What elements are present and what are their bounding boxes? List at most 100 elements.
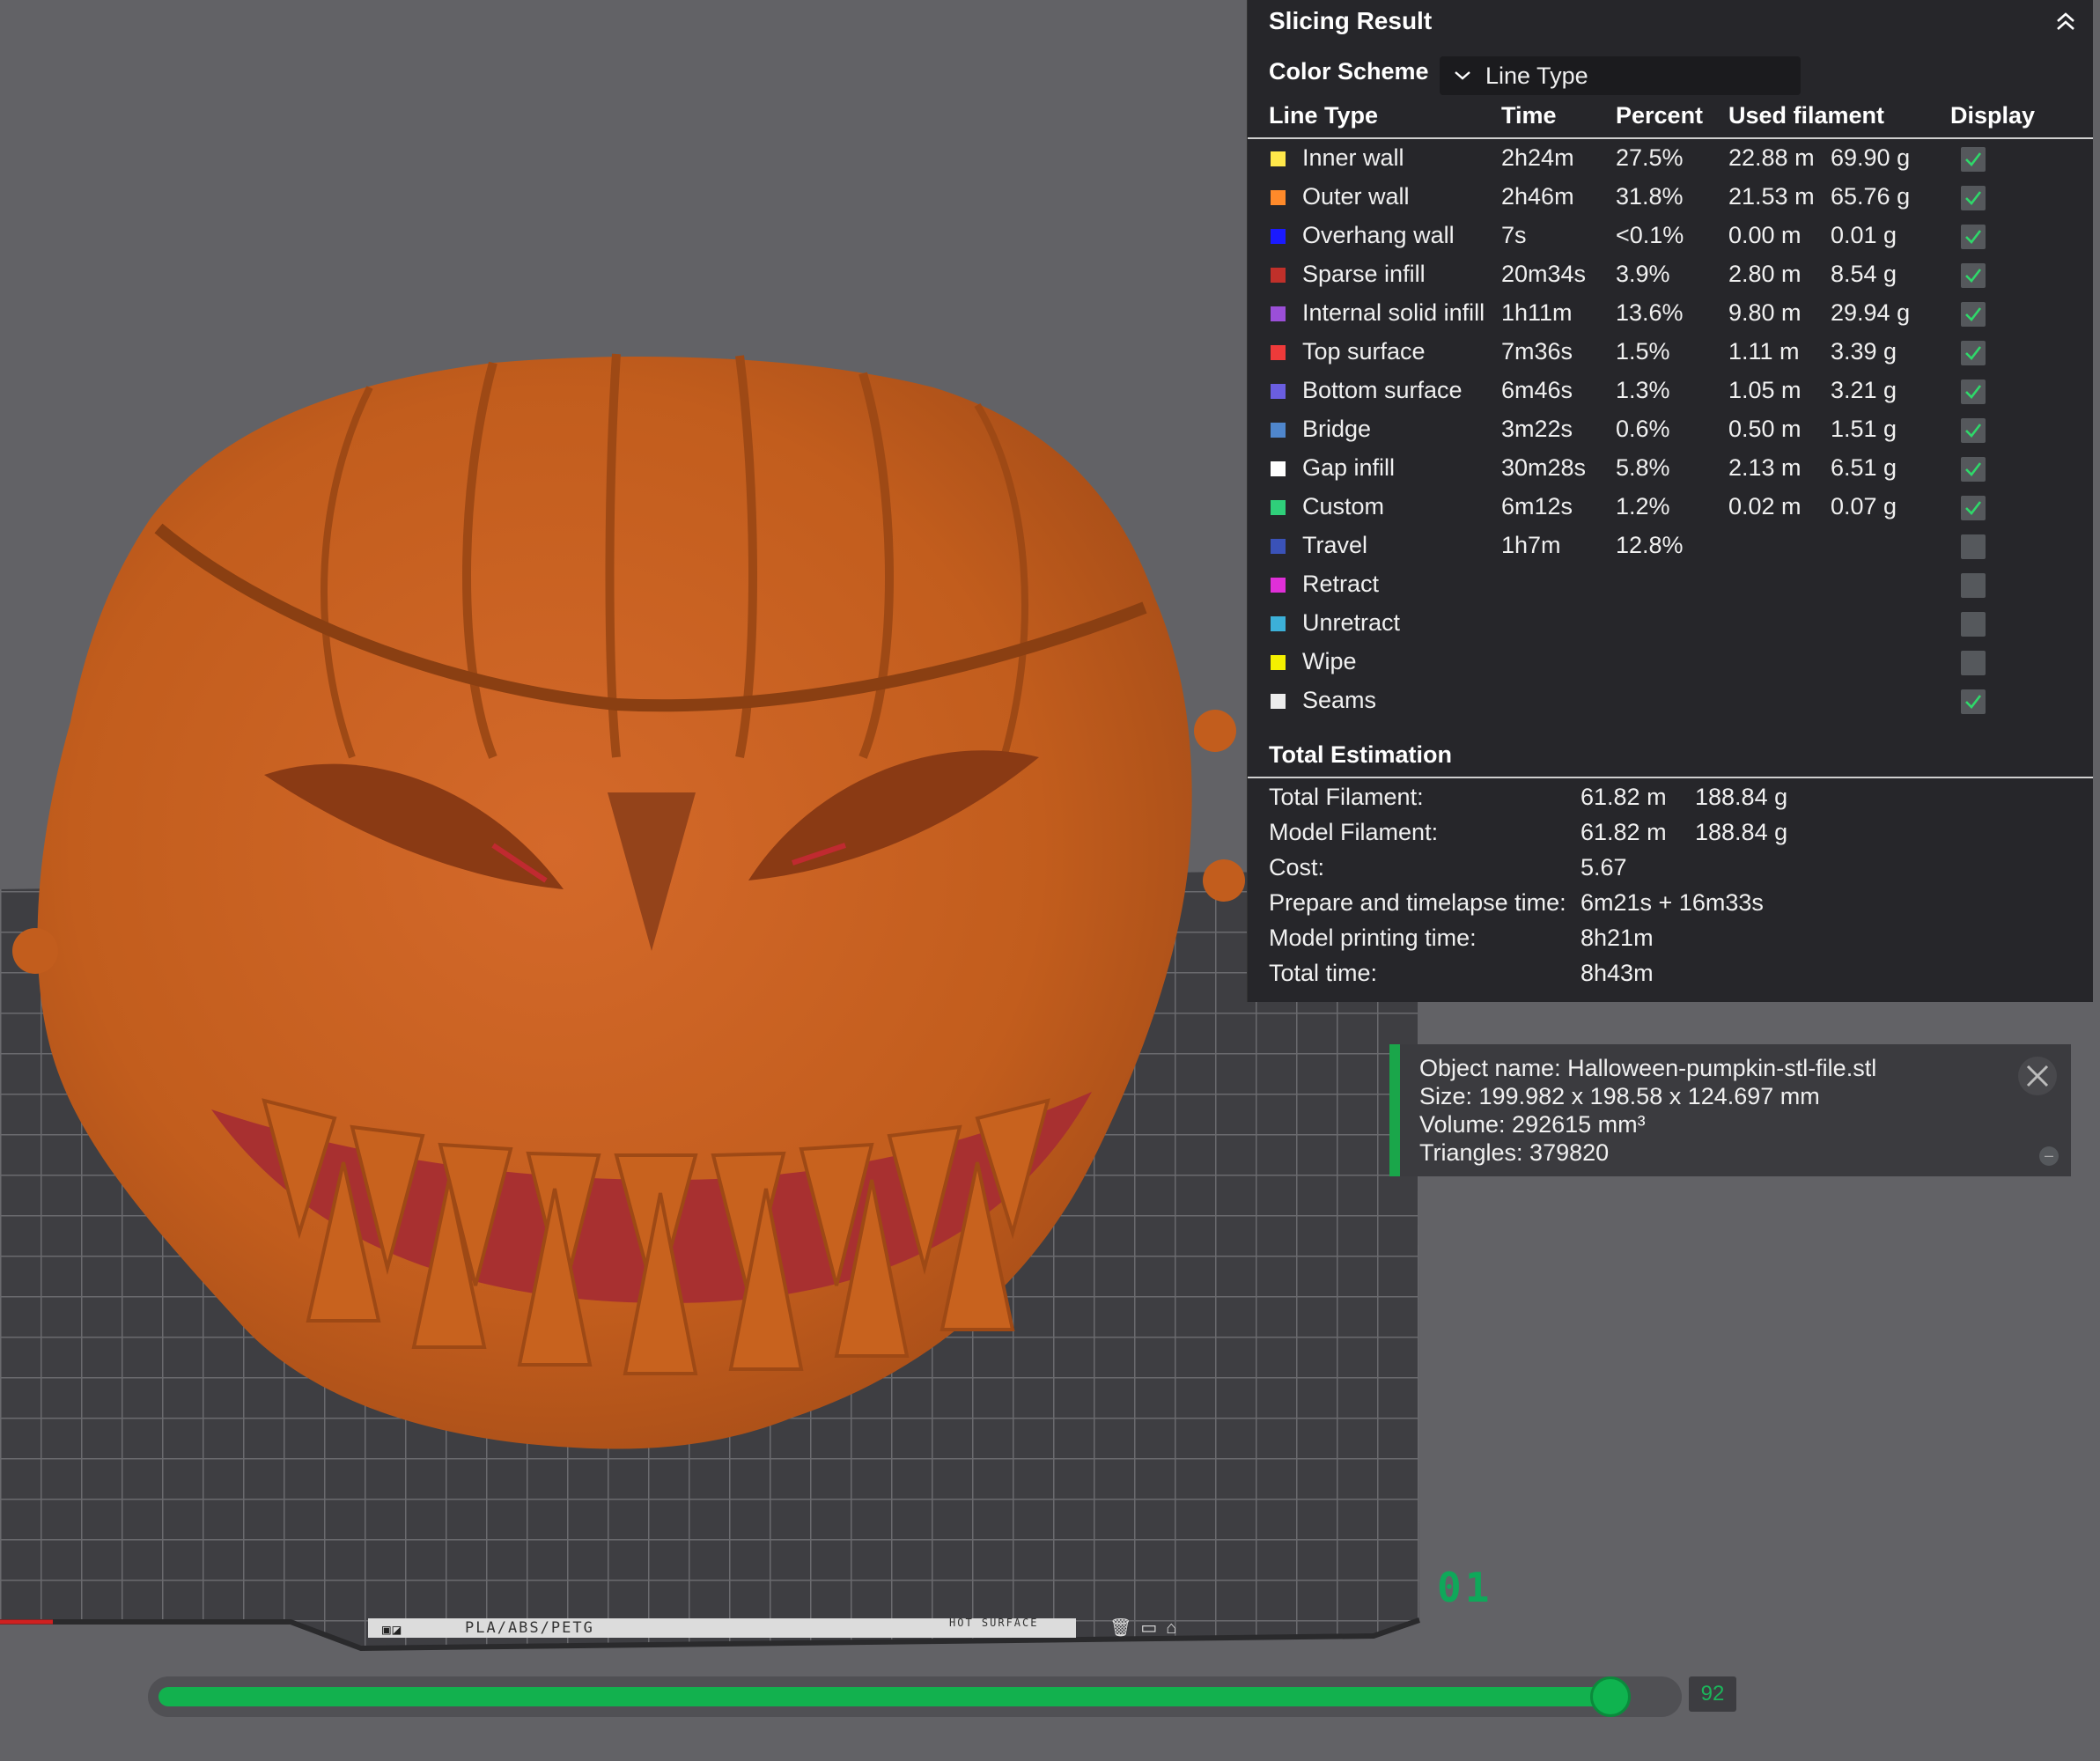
display-checkbox[interactable] [1961, 651, 1986, 675]
object-size: Size: 199.982 x 198.58 x 124.697 mm [1419, 1083, 1820, 1109]
line-type-time: 1h7m [1501, 532, 1561, 558]
line-type-percent: 12.8% [1616, 532, 1684, 558]
display-checkbox[interactable] [1961, 534, 1986, 559]
header-display: Display [1950, 102, 2036, 129]
line-type-time: 6m12s [1501, 493, 1573, 519]
line-type-time: 2h46m [1501, 183, 1574, 210]
display-checkbox[interactable] [1961, 341, 1986, 365]
line-type-length: 0.00 m [1728, 222, 1802, 248]
estimation-value-secondary: 188.84 g [1695, 819, 1788, 845]
object-name: Object name: Halloween-pumpkin-stl-file.… [1419, 1055, 1877, 1081]
estimation-row: Total Filament: 61.82 m 188.84 g [1248, 780, 2093, 815]
estimation-label: Total Filament: [1269, 784, 1424, 810]
minimize-icon[interactable]: – [2039, 1146, 2059, 1166]
line-type-percent: 0.6% [1616, 416, 1670, 442]
line-type-name: Bottom surface [1302, 377, 1463, 403]
header-line-type: Line Type [1269, 102, 1379, 129]
check-icon [1965, 695, 1982, 709]
line-type-percent: 1.2% [1616, 493, 1670, 519]
display-checkbox[interactable] [1961, 186, 1986, 210]
collapse-icon[interactable] [2051, 7, 2081, 37]
object-info-notification: Object name: Halloween-pumpkin-stl-file.… [1389, 1044, 2071, 1176]
line-type-percent: 1.5% [1616, 338, 1670, 365]
line-type-percent: 27.5% [1616, 144, 1684, 171]
line-type-length: 9.80 m [1728, 299, 1802, 326]
plate-toolbar: 🗑▭⌂ [1109, 1617, 1185, 1639]
check-icon [1965, 424, 1982, 438]
line-type-length: 22.88 m [1728, 144, 1815, 171]
panel-title: Slicing Result [1269, 7, 1433, 34]
plate-surface-label: HOT SURFACE [949, 1617, 1039, 1629]
line-type-weight: 1.51 g [1831, 416, 1897, 442]
line-type-name: Top surface [1302, 338, 1426, 365]
line-type-length: 2.80 m [1728, 261, 1802, 287]
display-checkbox[interactable] [1961, 457, 1986, 482]
estimation-value: 8h21m [1581, 925, 1654, 951]
estimation-row: Cost: 5.67 [1248, 851, 2093, 886]
color-swatch [1271, 655, 1286, 670]
color-swatch [1271, 306, 1286, 321]
line-type-weight: 65.76 g [1831, 183, 1911, 210]
line-type-row: Wipe [1248, 643, 2093, 682]
line-type-row: Overhang wall 7s <0.1% 0.00 m 0.01 g [1248, 217, 2093, 255]
check-icon [1965, 152, 1982, 166]
line-type-weight: 29.94 g [1831, 299, 1911, 326]
line-type-row: Sparse infill 20m34s 3.9% 2.80 m 8.54 g [1248, 255, 2093, 294]
line-type-time: 7s [1501, 222, 1527, 248]
display-checkbox[interactable] [1961, 573, 1986, 598]
total-estimation-title: Total Estimation [1269, 741, 1453, 768]
display-checkbox[interactable] [1961, 496, 1986, 520]
line-type-length: 0.50 m [1728, 416, 1802, 442]
display-checkbox[interactable] [1961, 418, 1986, 443]
line-type-weight: 0.01 g [1831, 222, 1897, 248]
estimation-row: Model printing time: 8h21m [1248, 921, 2093, 956]
display-checkbox[interactable] [1961, 302, 1986, 327]
line-type-row: Inner wall 2h24m 27.5% 22.88 m 69.90 g [1248, 139, 2093, 178]
close-icon[interactable] [2016, 1055, 2059, 1097]
line-type-weight: 0.07 g [1831, 493, 1897, 519]
display-checkbox[interactable] [1961, 612, 1986, 637]
estimation-value: 61.82 m [1581, 819, 1667, 845]
line-type-length: 1.11 m [1728, 338, 1800, 365]
estimation-label: Total time: [1269, 960, 1378, 986]
plate-delete-icon[interactable]: 🗑 [1109, 1618, 1140, 1638]
line-type-time: 30m28s [1501, 454, 1587, 481]
line-type-name: Bridge [1302, 416, 1372, 442]
check-icon [1965, 191, 1982, 205]
estimation-value: 61.82 m [1581, 784, 1667, 810]
plate-view-icon[interactable]: ▭ [1140, 1618, 1166, 1638]
line-type-row: Seams [1248, 682, 2093, 720]
line-type-length: 21.53 m [1728, 183, 1815, 210]
plate-lock-icon[interactable]: ⌂ [1166, 1618, 1185, 1638]
check-icon [1965, 501, 1982, 515]
display-checkbox[interactable] [1961, 379, 1986, 404]
line-type-name: Outer wall [1302, 183, 1410, 210]
layer-slider-thumb[interactable] [1590, 1676, 1631, 1717]
display-checkbox[interactable] [1961, 689, 1986, 714]
estimation-label: Model printing time: [1269, 925, 1477, 951]
color-scheme-label: Color Scheme [1269, 58, 1429, 85]
chevron-down-icon [1455, 71, 1470, 80]
line-type-length: 0.02 m [1728, 493, 1802, 519]
line-type-weight: 3.39 g [1831, 338, 1897, 365]
layer-slider-track [158, 1687, 1610, 1706]
color-scheme-value: Line Type [1485, 63, 1588, 89]
display-checkbox[interactable] [1961, 263, 1986, 288]
header-used-filament: Used filament [1728, 102, 1885, 129]
color-scheme-dropdown[interactable]: Line Type [1440, 56, 1801, 95]
line-type-time: 1h11m [1501, 299, 1573, 326]
check-icon [1965, 269, 1982, 283]
line-type-name: Overhang wall [1302, 222, 1455, 248]
display-checkbox[interactable] [1961, 225, 1986, 249]
line-type-name: Seams [1302, 687, 1377, 713]
line-type-time: 7m36s [1501, 338, 1573, 365]
color-swatch [1271, 190, 1286, 205]
color-swatch [1271, 500, 1286, 515]
check-icon [1965, 307, 1982, 321]
display-checkbox[interactable] [1961, 147, 1986, 172]
color-swatch [1271, 229, 1286, 244]
line-type-row: Custom 6m12s 1.2% 0.02 m 0.07 g [1248, 488, 2093, 527]
line-type-name: Travel [1302, 532, 1368, 558]
color-swatch [1271, 268, 1286, 283]
layer-slider[interactable] [148, 1676, 1682, 1717]
